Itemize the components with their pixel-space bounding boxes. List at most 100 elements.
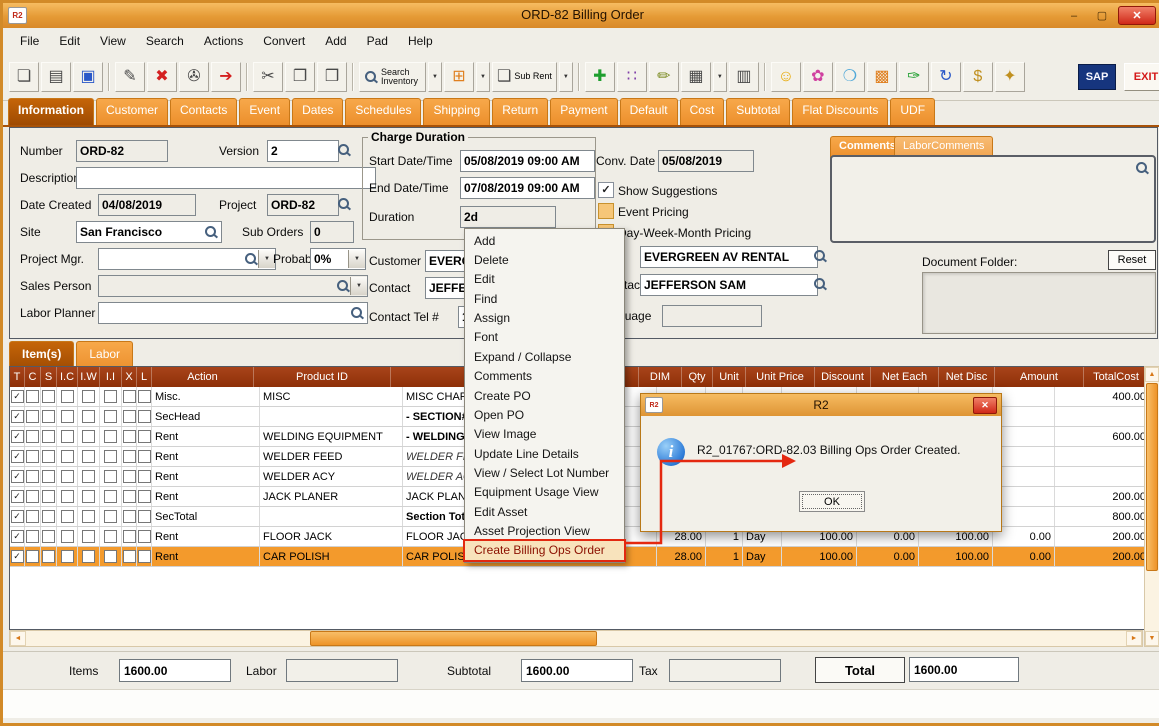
search-inventory-button[interactable]: Search Inventory xyxy=(359,62,426,92)
column-header[interactable]: TotalCost xyxy=(1084,367,1145,387)
row-checkbox[interactable]: ✓ xyxy=(10,407,25,426)
column-header[interactable]: Unit Price xyxy=(746,367,815,387)
refresh-dollar-button[interactable]: ↻ xyxy=(931,62,961,92)
copy-button[interactable]: ❐ xyxy=(285,62,315,92)
context-menu-item[interactable]: Create Billing Ops Order xyxy=(465,541,624,560)
row-checkbox[interactable] xyxy=(78,547,100,566)
sub-rent-dropdown[interactable]: ▼ xyxy=(559,62,573,92)
context-menu-item[interactable]: Edit Asset xyxy=(465,502,624,521)
row-checkbox[interactable] xyxy=(137,407,152,426)
column-header[interactable]: I.C xyxy=(57,367,78,387)
paste-button[interactable]: ❒ xyxy=(317,62,347,92)
language-field[interactable] xyxy=(662,305,762,327)
menu-item[interactable]: Convert xyxy=(254,30,314,52)
column-header[interactable]: C xyxy=(25,367,41,387)
tab[interactable]: Payment xyxy=(550,98,617,125)
row-checkbox[interactable] xyxy=(41,507,57,526)
row-checkbox[interactable] xyxy=(122,427,137,446)
menu-item[interactable]: Add xyxy=(316,30,355,52)
cube-button[interactable]: ▩ xyxy=(867,62,897,92)
cut-button[interactable]: ✂ xyxy=(253,62,283,92)
row-checkbox[interactable] xyxy=(41,407,57,426)
tab[interactable]: Default xyxy=(620,98,678,125)
row-checkbox[interactable]: ✓ xyxy=(10,427,25,446)
tab[interactable]: Return xyxy=(492,98,548,125)
row-checkbox[interactable] xyxy=(57,407,78,426)
menu-item[interactable]: File xyxy=(11,30,48,52)
chevron-down-icon[interactable]: ▼ xyxy=(348,250,365,268)
key-button[interactable]: ✇ xyxy=(179,62,209,92)
edit-button[interactable]: ✎ xyxy=(115,62,145,92)
smiley-button[interactable]: ☺ xyxy=(771,62,801,92)
comments-search-icon[interactable] xyxy=(1135,161,1149,175)
add-button[interactable]: ✚ xyxy=(585,62,615,92)
sap-button[interactable]: SAP xyxy=(1078,64,1116,90)
minimize-button[interactable]: – xyxy=(1062,7,1086,24)
close-button[interactable]: ✕ xyxy=(1118,6,1156,25)
row-checkbox[interactable] xyxy=(122,507,137,526)
row-checkbox[interactable] xyxy=(78,507,100,526)
context-menu-item[interactable]: Equipment Usage View xyxy=(465,483,624,502)
row-checkbox[interactable] xyxy=(57,507,78,526)
row-checkbox[interactable] xyxy=(25,447,41,466)
context-menu-item[interactable]: Comments xyxy=(465,367,624,386)
context-menu-item[interactable]: Assign xyxy=(465,308,624,327)
row-checkbox[interactable] xyxy=(100,407,122,426)
comments-textarea[interactable] xyxy=(830,155,1156,243)
row-checkbox[interactable] xyxy=(137,387,152,406)
row-checkbox[interactable] xyxy=(57,447,78,466)
row-checkbox[interactable] xyxy=(78,447,100,466)
tab[interactable]: Shipping xyxy=(423,98,490,125)
row-checkbox[interactable] xyxy=(100,467,122,486)
column-header[interactable]: S xyxy=(41,367,57,387)
row-checkbox[interactable] xyxy=(78,427,100,446)
row-checkbox[interactable] xyxy=(25,427,41,446)
row-checkbox[interactable] xyxy=(137,427,152,446)
fax-button[interactable]: ▥ xyxy=(729,62,759,92)
column-header[interactable]: L xyxy=(137,367,152,387)
column-header[interactable]: X xyxy=(122,367,137,387)
date-created-field[interactable]: 04/08/2019 xyxy=(98,194,196,216)
row-checkbox[interactable] xyxy=(122,487,137,506)
exit-button[interactable]: EXIT xyxy=(1124,63,1159,91)
row-checkbox[interactable] xyxy=(41,487,57,506)
row-checkbox[interactable] xyxy=(25,387,41,406)
export-button[interactable]: ➔ xyxy=(211,62,241,92)
calendar-dropdown[interactable]: ▼ xyxy=(713,62,727,92)
delete-button[interactable]: ✖ xyxy=(147,62,177,92)
document-folder-box[interactable] xyxy=(922,272,1156,334)
context-menu-item[interactable]: Edit xyxy=(465,270,624,289)
edit-doc-button[interactable]: ✑ xyxy=(899,62,929,92)
dialog-close-button[interactable]: ✕ xyxy=(973,397,997,414)
row-checkbox[interactable] xyxy=(122,407,137,426)
sub-orders-field[interactable]: 0 xyxy=(310,221,354,243)
column-header[interactable]: Net Disc xyxy=(939,367,995,387)
gift-button[interactable]: ✿ xyxy=(803,62,833,92)
column-header[interactable]: I.I xyxy=(100,367,122,387)
context-menu-item[interactable]: View / Select Lot Number xyxy=(465,463,624,482)
vertical-scroll-thumb[interactable] xyxy=(1146,383,1158,571)
row-checkbox[interactable] xyxy=(137,487,152,506)
row-checkbox[interactable] xyxy=(25,527,41,546)
context-menu-item[interactable]: Expand / Collapse xyxy=(465,347,624,366)
row-checkbox[interactable] xyxy=(100,427,122,446)
menu-item[interactable]: Actions xyxy=(195,30,252,52)
project-mgr-search-icon[interactable] xyxy=(244,252,258,266)
sales-person-search-icon[interactable] xyxy=(336,279,350,293)
scroll-left-icon[interactable]: ◄ xyxy=(10,631,26,646)
tab[interactable]: Information xyxy=(8,98,94,125)
horizontal-scrollbar[interactable]: ◄ ► xyxy=(9,630,1143,647)
vertical-scrollbar[interactable]: ▲ ▼ xyxy=(1144,366,1159,647)
column-header[interactable]: Amount xyxy=(995,367,1084,387)
show-suggestions-checkbox[interactable]: ✓ xyxy=(598,182,614,198)
menu-item[interactable]: Help xyxy=(399,30,442,52)
search-inventory-dropdown[interactable]: ▼ xyxy=(428,62,442,92)
end-datetime-field[interactable]: 07/08/2019 09:00 AM xyxy=(460,177,595,199)
groups-button[interactable]: ∷ xyxy=(617,62,647,92)
column-header[interactable]: Unit xyxy=(713,367,746,387)
row-checkbox[interactable] xyxy=(137,527,152,546)
row-checkbox[interactable] xyxy=(122,547,137,566)
row-checkbox[interactable] xyxy=(122,527,137,546)
row-checkbox[interactable] xyxy=(41,387,57,406)
row-checkbox[interactable] xyxy=(41,527,57,546)
